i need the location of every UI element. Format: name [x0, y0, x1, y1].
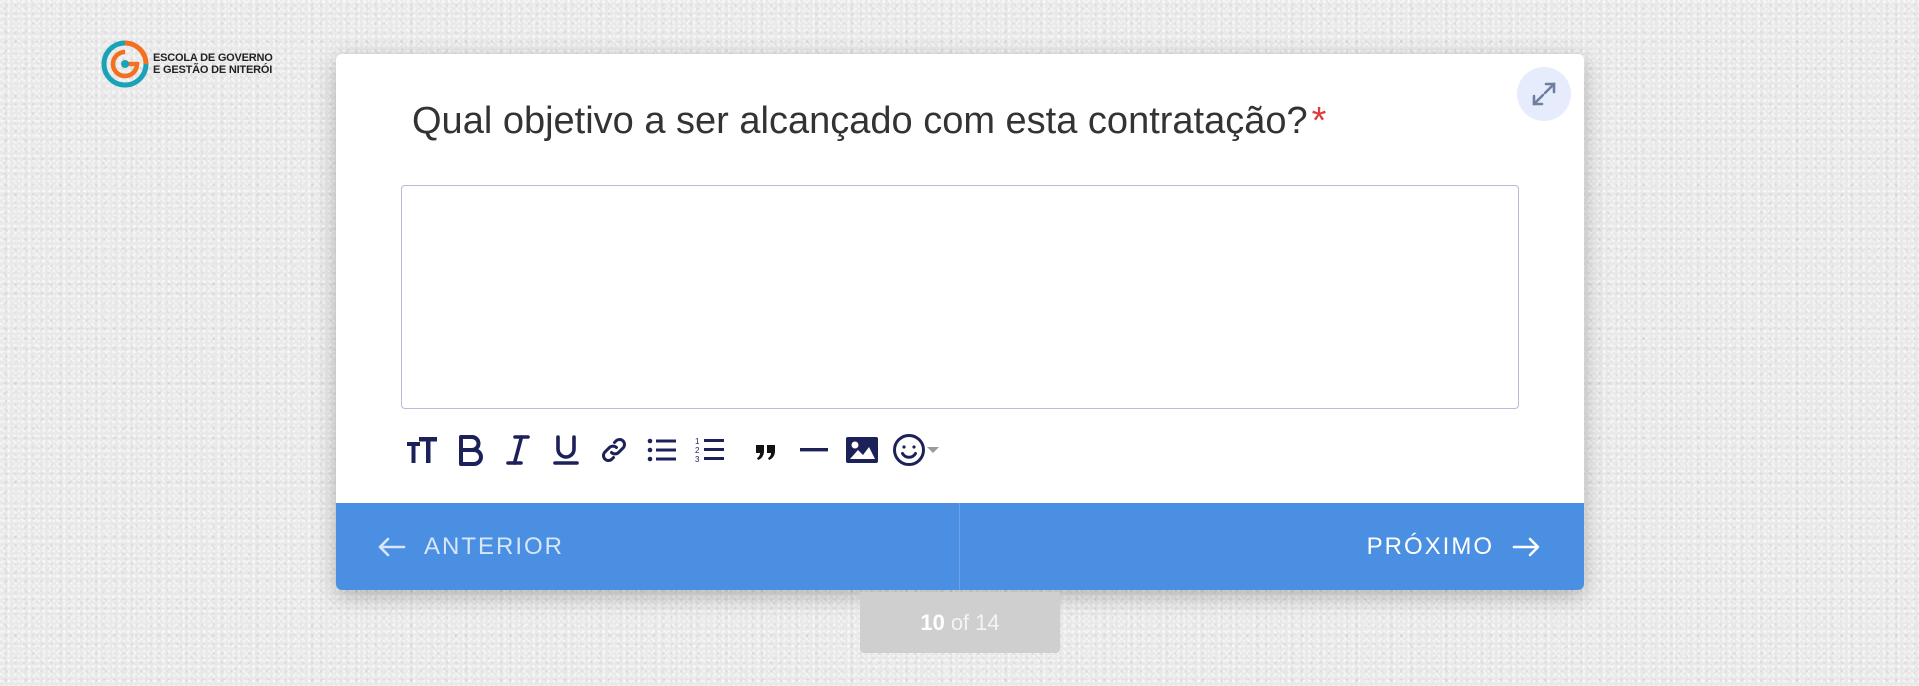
arrow-right-icon [1512, 537, 1540, 556]
quote-button[interactable] [742, 426, 790, 474]
link-button[interactable] [590, 426, 638, 474]
next-button[interactable]: PRÓXIMO [960, 503, 1585, 590]
horizontal-rule-icon [800, 448, 828, 452]
chevron-down-icon [927, 447, 939, 453]
question-text: Qual objetivo a ser alcançado com esta c… [412, 100, 1308, 142]
bold-button[interactable] [446, 426, 494, 474]
svg-text:3: 3 [695, 455, 700, 464]
arrow-left-icon [378, 537, 406, 556]
bold-icon [459, 435, 483, 466]
svg-text:2: 2 [695, 446, 700, 455]
question-card: Qual objetivo a ser alcançado com esta c… [336, 54, 1584, 590]
logo-text: ESCOLA DE GOVERNO E GESTÃO DE NITERÓI [153, 52, 273, 76]
horizontal-rule-button[interactable] [790, 426, 838, 474]
previous-label: ANTERIOR [424, 532, 565, 560]
logo-line-1: ESCOLA DE GOVERNO [153, 52, 273, 64]
required-asterisk: * [1311, 100, 1327, 142]
expand-icon [1532, 82, 1556, 106]
progress-indicator: 10 of 14 [860, 592, 1060, 653]
text-size-icon [407, 437, 437, 463]
svg-text:1: 1 [695, 437, 700, 446]
image-button[interactable] [838, 426, 886, 474]
numbered-list-icon: 1 2 3 [695, 437, 724, 464]
text-size-button[interactable] [398, 426, 446, 474]
bullet-list-button[interactable] [638, 426, 686, 474]
italic-button[interactable] [494, 426, 542, 474]
progress-of-label: of [950, 609, 970, 635]
next-label: PRÓXIMO [1366, 532, 1494, 560]
link-icon [602, 438, 626, 462]
image-icon [846, 437, 878, 463]
logo-line-2: E GESTÃO DE NITERÓI [153, 64, 273, 76]
progress-total: 14 [975, 609, 1000, 635]
underline-button[interactable] [542, 426, 590, 474]
numbered-list-button[interactable]: 1 2 3 [686, 426, 734, 474]
expand-button[interactable] [1517, 67, 1571, 121]
emoji-button[interactable] [886, 426, 946, 474]
logo: ESCOLA DE GOVERNO E GESTÃO DE NITERÓI [100, 39, 273, 89]
progress-current: 10 [920, 609, 945, 635]
navigation-bar: ANTERIOR PRÓXIMO [336, 503, 1584, 590]
previous-button[interactable]: ANTERIOR [336, 503, 960, 590]
underline-icon [553, 435, 579, 465]
question-title: Qual objetivo a ser alcançado com esta c… [412, 100, 1326, 143]
italic-icon [506, 435, 530, 465]
logo-icon [101, 40, 149, 88]
bullet-list-icon [647, 438, 676, 462]
quote-icon [756, 445, 775, 460]
answer-textarea[interactable] [401, 185, 1519, 409]
editor-toolbar: 1 2 3 [398, 426, 946, 474]
emoji-icon [893, 434, 925, 466]
